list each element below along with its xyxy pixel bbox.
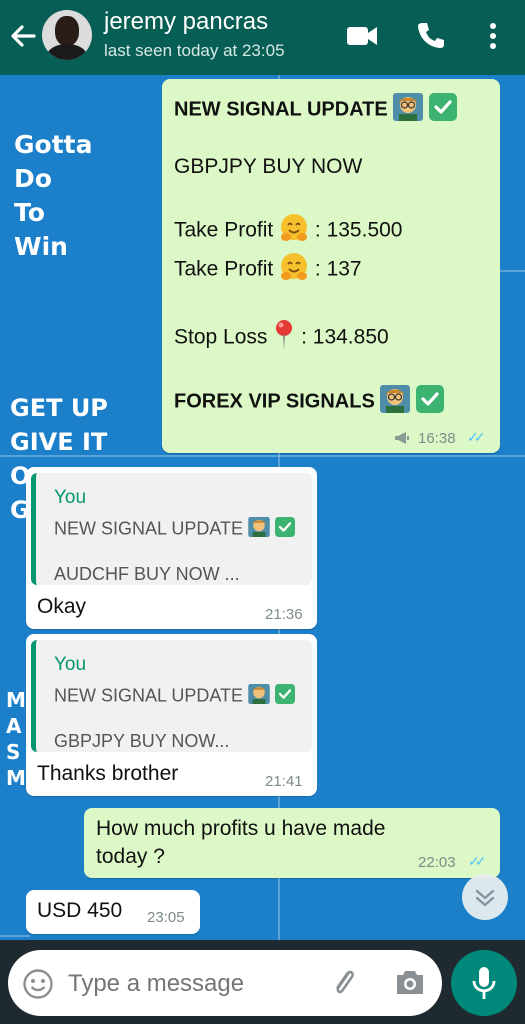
check-mark-emoji-icon [275, 517, 296, 542]
wallpaper-text: A [6, 714, 22, 738]
wallpaper-text: M [6, 688, 26, 712]
message-line: today ? [96, 845, 165, 868]
message-line: NEW SIGNAL UPDATE [174, 93, 457, 127]
attach-icon[interactable] [328, 966, 362, 1005]
quote-line: GBPJPY BUY NOW... [54, 731, 230, 751]
quote-line: NEW SIGNAL UPDATE [54, 684, 296, 709]
message-text: Okay [37, 595, 87, 618]
pushpin-emoji-icon [273, 319, 295, 357]
message-composer [8, 950, 442, 1016]
double-chevron-down-icon [475, 889, 495, 907]
message-line: GBPJPY BUY NOW [174, 155, 363, 178]
video-call-icon[interactable] [346, 24, 378, 53]
message-time: 22:03 [418, 854, 456, 871]
message-line: Take Profit : 137 [174, 252, 362, 288]
message-line: Stop Loss : 134.850 [174, 319, 389, 357]
teacher-emoji-icon [393, 93, 424, 127]
incoming-message[interactable]: You NEW SIGNAL UPDATE GBPJPY BUY NOW... … [26, 634, 317, 796]
message-time: 21:36 [265, 606, 303, 623]
message-text: USD 450 [37, 899, 123, 922]
message-input[interactable] [66, 966, 320, 1002]
quoted-message[interactable]: You NEW SIGNAL UPDATE GBPJPY BUY NOW... [31, 640, 312, 752]
hugging-face-emoji-icon [279, 252, 309, 288]
message-line: How much profits u have made [96, 817, 386, 840]
more-options-icon[interactable] [487, 22, 499, 55]
scroll-to-bottom-button[interactable] [462, 874, 508, 920]
wallpaper-text: To [14, 198, 45, 227]
incoming-message[interactable]: USD 450 23:05 [26, 890, 200, 934]
wallpaper-text: M [6, 766, 26, 790]
outgoing-message[interactable]: NEW SIGNAL UPDATE GBPJPY BUY NOW Take Pr… [162, 79, 500, 453]
read-ticks-icon: ✓✓ [468, 853, 487, 869]
emoji-icon[interactable] [22, 968, 54, 1005]
quoted-message[interactable]: You NEW SIGNAL UPDATE AUDCHF BUY NOW ... [31, 473, 312, 585]
chat-header: jeremy pancras last seen today at 23:05 [0, 0, 525, 75]
avatar[interactable] [42, 10, 92, 60]
wallpaper-text: S [6, 740, 21, 764]
quote-author: You [54, 487, 87, 508]
check-mark-emoji-icon [275, 684, 296, 709]
outgoing-message[interactable]: How much profits u have made today ? 22:… [84, 808, 500, 878]
wallpaper-line [0, 935, 30, 937]
last-seen-status: last seen today at 23:05 [104, 41, 285, 60]
mic-icon [472, 967, 496, 999]
message-line: FOREX VIP SIGNALS [174, 385, 444, 419]
teacher-emoji-icon [248, 517, 270, 542]
wallpaper-text: Do [14, 164, 52, 193]
message-time: 21:41 [265, 773, 303, 790]
incoming-message[interactable]: You NEW SIGNAL UPDATE AUDCHF BUY NOW ...… [26, 467, 317, 629]
message-time: 16:38 [418, 430, 456, 447]
check-mark-emoji-icon [428, 93, 457, 127]
quote-line: NEW SIGNAL UPDATE [54, 517, 296, 542]
message-line: Take Profit : 135.500 [174, 213, 403, 249]
message-time: 23:05 [147, 909, 185, 926]
megaphone-icon [394, 431, 410, 450]
wallpaper-text: GIVE IT [10, 428, 108, 456]
read-ticks-icon: ✓✓ [467, 429, 486, 445]
wallpaper-text: Gotta [14, 130, 93, 159]
phone-icon[interactable] [416, 20, 446, 55]
message-text: Thanks brother [37, 762, 179, 785]
hugging-face-emoji-icon [279, 213, 309, 249]
wallpaper-text: GET UP [10, 394, 108, 422]
quote-line: AUDCHF BUY NOW ... [54, 564, 240, 584]
teacher-emoji-icon [380, 385, 411, 419]
teacher-emoji-icon [248, 684, 270, 709]
quote-author: You [54, 654, 87, 675]
wallpaper-text: Win [14, 232, 68, 261]
camera-icon[interactable] [394, 967, 426, 1002]
mic-button[interactable] [451, 950, 517, 1016]
check-mark-emoji-icon [415, 385, 444, 419]
contact-name[interactable]: jeremy pancras [104, 8, 268, 36]
back-arrow-icon[interactable] [8, 18, 38, 54]
